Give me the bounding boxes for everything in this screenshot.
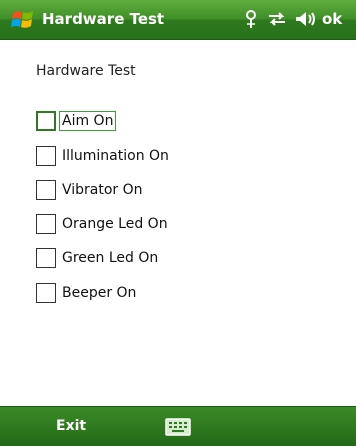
keyboard-icon[interactable] bbox=[165, 418, 191, 436]
form-heading: Hardware Test bbox=[36, 63, 136, 79]
green-led-on-checkbox-row[interactable]: Green Led On bbox=[36, 246, 161, 270]
aim-on-checkbox[interactable] bbox=[36, 111, 56, 131]
aim-on-checkbox-row[interactable]: Aim On bbox=[36, 109, 117, 133]
title-bar: Hardware Test ok bbox=[0, 0, 356, 40]
sync-icon[interactable] bbox=[265, 9, 289, 29]
illumination-on-checkbox-row[interactable]: Illumination On bbox=[36, 144, 172, 168]
ok-button[interactable]: ok bbox=[322, 10, 342, 28]
softkey-bar: Exit bbox=[0, 406, 356, 446]
green-led-on-checkbox[interactable] bbox=[36, 248, 56, 268]
orange-led-on-checkbox[interactable] bbox=[36, 214, 56, 234]
form-area: Hardware Test Aim On Illumination On Vib… bbox=[0, 41, 356, 406]
orange-led-on-label[interactable]: Orange Led On bbox=[59, 214, 171, 234]
volume-icon[interactable] bbox=[294, 9, 318, 29]
beeper-on-checkbox[interactable] bbox=[36, 283, 56, 303]
beeper-on-checkbox-row[interactable]: Beeper On bbox=[36, 281, 139, 305]
illumination-on-label[interactable]: Illumination On bbox=[59, 146, 172, 166]
signal-icon[interactable] bbox=[243, 9, 259, 29]
green-led-on-label[interactable]: Green Led On bbox=[59, 248, 161, 268]
windows-start-icon[interactable] bbox=[10, 8, 36, 32]
orange-led-on-checkbox-row[interactable]: Orange Led On bbox=[36, 212, 171, 236]
beeper-on-label[interactable]: Beeper On bbox=[59, 283, 139, 303]
vibrator-on-checkbox[interactable] bbox=[36, 180, 56, 200]
exit-softkey[interactable]: Exit bbox=[56, 418, 86, 434]
app-title: Hardware Test bbox=[42, 10, 165, 28]
vibrator-on-label[interactable]: Vibrator On bbox=[59, 180, 146, 200]
aim-on-label[interactable]: Aim On bbox=[59, 111, 117, 131]
illumination-on-checkbox[interactable] bbox=[36, 146, 56, 166]
vibrator-on-checkbox-row[interactable]: Vibrator On bbox=[36, 178, 146, 202]
